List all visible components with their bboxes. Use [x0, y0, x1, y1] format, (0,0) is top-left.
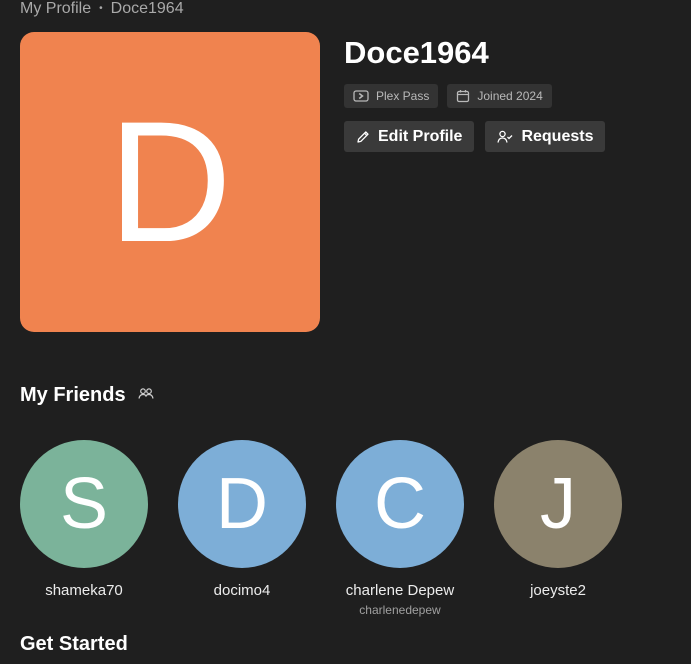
friend-name[interactable]: docimo4 — [214, 582, 271, 600]
pencil-icon — [356, 130, 370, 144]
profile-avatar: D — [20, 32, 320, 332]
get-started-title: Get Started — [20, 633, 128, 655]
edit-profile-button[interactable]: Edit Profile — [344, 121, 475, 152]
get-started-header: Get Started — [20, 632, 128, 656]
friend-avatar-initial: C — [374, 464, 426, 544]
friends-section-title: My Friends — [20, 384, 126, 406]
friends-section-header: My Friends — [20, 383, 154, 407]
plex-pass-icon — [353, 90, 369, 102]
friend-avatar-initial: D — [216, 464, 268, 544]
friend-card[interactable]: J joeyste2 — [494, 440, 622, 617]
friends-icon[interactable] — [137, 383, 154, 407]
plex-pass-badge: Plex Pass — [344, 84, 439, 108]
edit-profile-label: Edit Profile — [378, 127, 463, 145]
requests-button[interactable]: Requests — [485, 121, 606, 152]
breadcrumb-separator: • — [99, 3, 103, 14]
friend-avatar[interactable]: C — [336, 440, 464, 568]
friend-avatar[interactable]: S — [20, 440, 148, 568]
friend-name[interactable]: joeyste2 — [530, 582, 586, 600]
friend-username: charlenedepew — [359, 603, 441, 617]
user-check-icon — [497, 130, 513, 144]
friend-name[interactable]: charlene Depew — [346, 582, 454, 600]
profile-badges: Plex Pass Joined 2024 — [344, 84, 552, 108]
breadcrumb: My Profile • Doce1964 — [20, 0, 184, 18]
friend-card[interactable]: C charlene Depew charlenedepew — [336, 440, 464, 617]
profile-actions: Edit Profile Requests — [344, 121, 606, 152]
breadcrumb-root-link[interactable]: My Profile — [20, 0, 91, 18]
friend-card[interactable]: S shameka70 — [20, 440, 148, 617]
friend-avatar[interactable]: J — [494, 440, 622, 568]
joined-badge: Joined 2024 — [447, 84, 552, 108]
friend-name[interactable]: shameka70 — [45, 582, 123, 600]
profile-avatar-initial: D — [107, 86, 233, 278]
profile-name: Doce1964 — [344, 35, 489, 70]
joined-label: Joined 2024 — [477, 89, 543, 103]
friend-avatar[interactable]: D — [178, 440, 306, 568]
breadcrumb-current: Doce1964 — [110, 0, 184, 17]
requests-label: Requests — [521, 127, 594, 145]
friends-list: S shameka70 D docimo4 C charlene Depew c… — [20, 440, 622, 617]
friend-card[interactable]: D docimo4 — [178, 440, 306, 617]
friend-avatar-initial: S — [59, 464, 109, 544]
plex-pass-label: Plex Pass — [376, 89, 430, 103]
friend-avatar-initial: J — [540, 464, 576, 544]
calendar-icon — [456, 89, 470, 103]
